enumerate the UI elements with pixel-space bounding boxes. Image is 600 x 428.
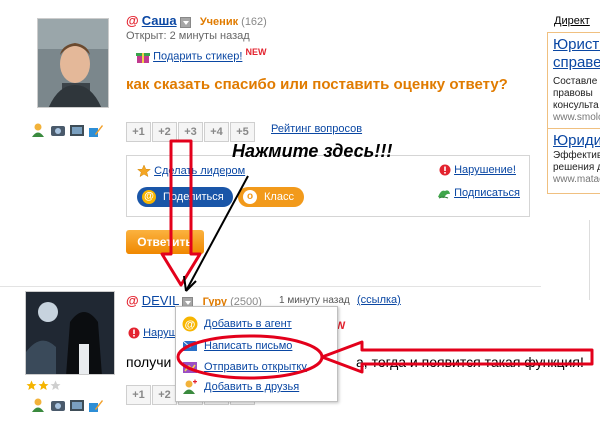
new-badge: NEW: [245, 47, 267, 57]
user-action-icons: [31, 122, 104, 138]
avatar-photo-icon: [26, 292, 114, 374]
question-title: как сказать спасибо или поставить оценку…: [126, 76, 508, 93]
photo-icon[interactable]: [50, 122, 66, 138]
menu-send-postcard[interactable]: Отправить открытку: [182, 359, 307, 375]
user-menu-toggle[interactable]: [179, 16, 191, 28]
at-icon: @: [126, 293, 139, 308]
ad-url[interactable]: www.matac: [553, 174, 600, 186]
warning-icon: [128, 327, 140, 339]
rate-plus-2[interactable]: +2: [152, 122, 177, 142]
menu-add-to-agent[interactable]: @ Добавить в агент: [182, 316, 292, 332]
blog-icon[interactable]: [88, 122, 104, 138]
subscribe[interactable]: Подписаться: [437, 187, 520, 199]
menu-item-label: Отправить открытку: [204, 361, 307, 373]
gift-icon: [136, 52, 150, 63]
answer-text-start: получи с: [126, 354, 183, 370]
ad-text: Эффектив: [553, 150, 600, 161]
add-friend-icon: [183, 379, 197, 394]
rate-plus-1[interactable]: +1: [126, 122, 151, 142]
ad-text: правовы: [553, 88, 593, 99]
direct-label[interactable]: Директ: [554, 15, 590, 27]
post-time: 1 минуту назад: [279, 295, 350, 306]
answer-button[interactable]: Ответить: [126, 230, 204, 254]
gift-sticker-link[interactable]: Подарить стикер!: [153, 51, 242, 63]
ad-divider: [589, 220, 600, 300]
make-leader-link[interactable]: Сделать лидером: [154, 165, 245, 177]
menu-item-label: Добавить в друзья: [204, 381, 300, 393]
subscribe-link[interactable]: Подписаться: [454, 187, 520, 199]
post-divider: [0, 286, 541, 287]
video-icon[interactable]: [69, 397, 85, 413]
photo-icon[interactable]: [50, 397, 66, 413]
question-rating-link[interactable]: Рейтинг вопросов: [271, 123, 362, 135]
at-icon: @: [182, 316, 198, 332]
star-icon: [38, 380, 49, 390]
annotation-text: Нажмите здесь!!!: [232, 141, 393, 161]
user-avatar[interactable]: [25, 291, 115, 375]
username-link[interactable]: Саша: [142, 13, 177, 28]
ad-block-2[interactable]: Юриди Эффектив решения д www.matac: [547, 128, 600, 194]
video-icon[interactable]: [69, 122, 85, 138]
svg-text:@: @: [185, 319, 196, 331]
ad-url[interactable]: www.smolc: [553, 112, 600, 124]
rate-plus-1[interactable]: +1: [126, 385, 151, 405]
ad-title[interactable]: справе: [553, 54, 600, 72]
ad-text: Составле: [553, 76, 598, 87]
menu-write-letter[interactable]: Написать письмо: [182, 338, 292, 354]
avatar-photo-icon: [38, 19, 108, 107]
opened-time: Открыт: 2 минуты назад: [126, 30, 250, 42]
postcard-icon: [183, 362, 197, 373]
ok-icon: o: [243, 190, 257, 204]
star-icon: [50, 380, 61, 390]
pointer-arrow-head: [183, 275, 197, 292]
star-icon: [26, 380, 37, 390]
post1-header: @ Саша Ученик (162): [126, 13, 267, 28]
rate-plus-5[interactable]: +5: [230, 122, 255, 142]
username-link[interactable]: DEVIL: [142, 293, 180, 308]
add-friend-icon[interactable]: [31, 397, 47, 413]
make-leader[interactable]: Сделать лидером: [137, 164, 245, 178]
share-button[interactable]: @ Поделиться: [137, 187, 233, 207]
rate-plus-3[interactable]: +3: [178, 122, 203, 142]
user-action-icons: [31, 397, 104, 413]
user-avatar[interactable]: [37, 18, 109, 108]
answer-text-end: а, тогда и появится такая функция!: [356, 354, 584, 370]
mail-icon: [182, 340, 198, 351]
gift-sticker[interactable]: Подарить стикер! NEW: [136, 47, 266, 64]
ad-text: решения д: [553, 162, 600, 173]
star-rating: [26, 380, 61, 391]
menu-add-friend[interactable]: Добавить в друзья: [182, 379, 299, 395]
permalink[interactable]: (ссылка): [357, 294, 401, 306]
at-icon: @: [126, 13, 139, 28]
ad-title[interactable]: Юристь: [553, 36, 600, 54]
menu-item-label: Написать письмо: [204, 340, 293, 352]
menu-item-label: Добавить в агент: [204, 318, 292, 330]
klass-button[interactable]: o Класс: [238, 187, 304, 207]
add-friend-icon[interactable]: [31, 122, 47, 138]
at-icon: @: [142, 190, 156, 204]
share-label: Поделиться: [163, 191, 224, 203]
ad-text: консульта: [553, 100, 599, 111]
user-context-menu: @ Добавить в агент Написать письмо Отпра…: [175, 306, 338, 402]
violation-link[interactable]: Нарушение!: [454, 164, 516, 176]
rate-plus-4[interactable]: +4: [204, 122, 229, 142]
blog-icon[interactable]: [88, 397, 104, 413]
ad-title[interactable]: Юриди: [553, 132, 600, 150]
subscribe-icon: [438, 190, 450, 199]
rate-plus-2[interactable]: +2: [152, 385, 177, 405]
report-violation[interactable]: Нарушение!: [439, 164, 516, 176]
warning-icon: [439, 164, 451, 176]
rating-buttons: +1 +2 +3 +4 +5: [126, 122, 256, 142]
user-rank: Ученик: [199, 16, 239, 28]
klass-label: Класс: [264, 191, 294, 203]
user-points: (162): [241, 16, 267, 28]
star-icon: [137, 164, 151, 178]
